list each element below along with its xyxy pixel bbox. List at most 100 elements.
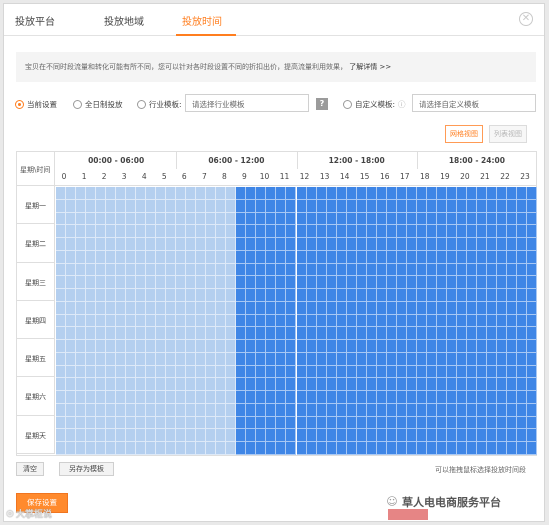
time-slot-cell[interactable]	[246, 199, 257, 213]
time-slot-cell[interactable]	[326, 365, 337, 379]
time-slot-cell[interactable]	[296, 212, 307, 226]
time-slot-cell[interactable]	[266, 289, 277, 302]
time-slot-cell[interactable]	[386, 314, 397, 328]
time-slot-cell[interactable]	[346, 442, 357, 455]
time-slot-cell[interactable]	[146, 365, 157, 379]
time-slot-cell[interactable]	[426, 391, 437, 404]
time-slot-cell[interactable]	[316, 199, 327, 213]
time-slot-cell[interactable]	[226, 429, 237, 443]
time-slot-cell[interactable]	[396, 416, 407, 430]
time-slot-cell[interactable]	[156, 416, 167, 430]
time-slot-cell[interactable]	[436, 187, 447, 200]
time-slot-cell[interactable]	[466, 314, 477, 328]
time-slot-cell[interactable]	[346, 340, 357, 353]
time-slot-cell[interactable]	[126, 263, 137, 277]
time-slot-cell[interactable]	[356, 187, 367, 200]
time-slot-cell[interactable]	[346, 301, 357, 315]
time-slot-cell[interactable]	[306, 212, 317, 226]
time-slot-cell[interactable]	[476, 403, 487, 417]
time-slot-cell[interactable]	[436, 365, 447, 379]
time-slot-cell[interactable]	[376, 327, 387, 341]
close-icon[interactable]: ✕	[519, 12, 533, 26]
time-slot-cell[interactable]	[496, 340, 507, 353]
time-slot-cell[interactable]	[506, 429, 517, 443]
time-slot-cell[interactable]	[466, 289, 477, 302]
time-slot-cell[interactable]	[506, 199, 517, 213]
time-slot-cell[interactable]	[386, 403, 397, 417]
time-slot-cell[interactable]	[96, 263, 107, 277]
time-slot-cell[interactable]	[336, 301, 347, 315]
time-slot-cell[interactable]	[286, 403, 297, 417]
time-slot-cell[interactable]	[106, 225, 117, 239]
time-slot-cell[interactable]	[446, 225, 457, 239]
time-slot-cell[interactable]	[436, 429, 447, 443]
time-slot-cell[interactable]	[496, 442, 507, 455]
time-slot-cell[interactable]	[166, 429, 177, 443]
time-slot-cell[interactable]	[466, 238, 477, 251]
time-slot-cell[interactable]	[136, 225, 147, 239]
time-slot-cell[interactable]	[96, 212, 107, 226]
time-slot-cell[interactable]	[386, 391, 397, 404]
time-slot-cell[interactable]	[126, 250, 137, 264]
time-slot-cell[interactable]	[76, 199, 87, 213]
time-slot-cell[interactable]	[296, 314, 307, 328]
time-slot-cell[interactable]	[196, 250, 207, 264]
time-slot-cell[interactable]	[206, 263, 217, 277]
time-slot-cell[interactable]	[186, 314, 197, 328]
time-slot-cell[interactable]	[376, 199, 387, 213]
time-slot-cell[interactable]	[176, 378, 187, 392]
time-slot-cell[interactable]	[136, 365, 147, 379]
time-slot-cell[interactable]	[106, 403, 117, 417]
option-current[interactable]: 当前设置	[15, 99, 57, 110]
time-slot-cell[interactable]	[496, 403, 507, 417]
time-slot-cell[interactable]	[126, 187, 137, 200]
time-slot-cell[interactable]	[96, 289, 107, 302]
time-slot-cell[interactable]	[316, 301, 327, 315]
time-slot-cell[interactable]	[476, 327, 487, 341]
time-slot-cell[interactable]	[226, 314, 237, 328]
time-slot-cell[interactable]	[296, 276, 307, 290]
time-slot-cell[interactable]	[246, 225, 257, 239]
time-slot-cell[interactable]	[196, 403, 207, 417]
time-slot-cell[interactable]	[416, 276, 427, 290]
time-slot-cell[interactable]	[506, 391, 517, 404]
time-slot-cell[interactable]	[506, 378, 517, 392]
time-slot-cell[interactable]	[276, 352, 287, 366]
time-slot-cell[interactable]	[456, 340, 467, 353]
time-slot-cell[interactable]	[246, 263, 257, 277]
time-slot-cell[interactable]	[146, 403, 157, 417]
time-slot-cell[interactable]	[226, 276, 237, 290]
time-slot-cell[interactable]	[126, 416, 137, 430]
time-slot-cell[interactable]	[236, 301, 247, 315]
time-slot-cell[interactable]	[196, 187, 207, 200]
time-slot-cell[interactable]	[126, 225, 137, 239]
save-template-button[interactable]: 另存为模板	[59, 462, 114, 476]
time-slot-cell[interactable]	[236, 327, 247, 341]
time-slot-cell[interactable]	[276, 391, 287, 404]
time-slot-cell[interactable]	[396, 187, 407, 200]
time-slot-cell[interactable]	[466, 352, 477, 366]
time-slot-cell[interactable]	[216, 289, 227, 302]
time-slot-cell[interactable]	[506, 212, 517, 226]
time-slot-cell[interactable]	[256, 340, 267, 353]
time-slot-cell[interactable]	[236, 289, 247, 302]
time-slot-cell[interactable]	[426, 416, 437, 430]
time-slot-cell[interactable]	[326, 416, 337, 430]
time-slot-cell[interactable]	[96, 340, 107, 353]
time-slot-cell[interactable]	[66, 429, 77, 443]
time-slot-cell[interactable]	[376, 365, 387, 379]
time-slot-cell[interactable]	[356, 314, 367, 328]
time-slot-cell[interactable]	[246, 276, 257, 290]
time-slot-cell[interactable]	[486, 263, 497, 277]
tab-platform[interactable]: 投放平台	[15, 13, 55, 28]
time-slot-cell[interactable]	[356, 327, 367, 341]
time-slot-cell[interactable]	[316, 187, 327, 200]
time-slot-cell[interactable]	[86, 403, 97, 417]
time-slot-cell[interactable]	[296, 238, 307, 251]
time-slot-cell[interactable]	[396, 289, 407, 302]
time-slot-cell[interactable]	[386, 276, 397, 290]
time-slot-cell[interactable]	[516, 340, 527, 353]
time-slot-cell[interactable]	[356, 225, 367, 239]
time-slot-cell[interactable]	[486, 199, 497, 213]
time-slot-cell[interactable]	[496, 225, 507, 239]
